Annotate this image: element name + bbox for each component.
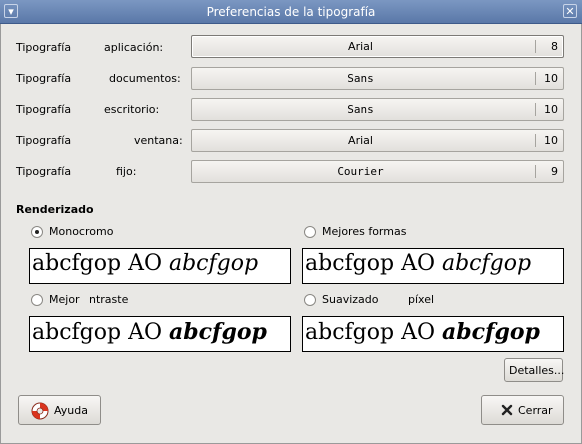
- font-label-suffix: escritorio:: [104, 103, 160, 116]
- details-label: Detalles...: [509, 364, 565, 377]
- preview-subpixel[interactable]: abcfgop AO abcfgop: [302, 316, 564, 352]
- separator: [535, 72, 536, 85]
- preview-text: abcfgop AO abcfgop: [32, 319, 267, 345]
- details-button[interactable]: Detalles...: [504, 358, 565, 382]
- preview-best-shapes[interactable]: abcfgop AO abcfgop: [302, 248, 564, 284]
- font-label: Tipografía: [16, 165, 72, 178]
- title-bar[interactable]: ▾ Preferencias de la tipografía ✕: [0, 0, 582, 24]
- window-title: Preferencias de la tipografía: [206, 5, 376, 19]
- radio-label-suffix: píxel: [408, 293, 435, 306]
- close-label: Cerrar: [518, 404, 553, 417]
- radio-label: Mejor: [49, 293, 80, 306]
- preview-monochrome[interactable]: abcfgop AO abcfgop: [29, 248, 291, 284]
- preview-italic: abcfgop: [441, 319, 540, 345]
- radio-selected-dot: [35, 230, 39, 234]
- help-button[interactable]: Ayuda: [18, 395, 101, 425]
- preview-plain: abcfgop AO: [305, 251, 442, 276]
- preview-text: abcfgop AO abcfgop: [305, 251, 531, 276]
- font-label-suffix: ventana:: [134, 134, 183, 147]
- font-label: Tipografía: [16, 134, 72, 147]
- preview-text: abcfgop AO abcfgop: [32, 251, 258, 276]
- window-title-font-button[interactable]: Arial 10: [191, 129, 564, 152]
- radio-circle: [304, 294, 316, 306]
- separator: [535, 134, 536, 147]
- font-label-suffix: aplicación:: [104, 41, 164, 54]
- window-close-icon[interactable]: ✕: [563, 4, 577, 18]
- font-size: 10: [544, 134, 558, 147]
- font-name: Arial: [348, 40, 373, 53]
- font-size: 10: [544, 103, 558, 116]
- fixed-width-font-button[interactable]: Courier 9: [191, 160, 564, 183]
- font-label: Tipografía: [16, 41, 72, 54]
- radio-circle: [304, 226, 316, 238]
- radio-monochrome[interactable]: Monocromo: [31, 225, 121, 241]
- radio-label: Mejores formas: [322, 225, 407, 238]
- radio-best-contrast[interactable]: Mejor ntraste: [31, 293, 151, 309]
- preview-italic: abcfgop: [441, 251, 532, 276]
- font-label: Tipografía: [16, 72, 72, 85]
- preview-best-contrast[interactable]: abcfgop AO abcfgop: [29, 316, 291, 352]
- lifebuoy-icon: [31, 402, 49, 420]
- preview-italic: abcfgop: [168, 251, 259, 276]
- preview-plain: abcfgop AO: [32, 320, 169, 345]
- preview-italic: abcfgop: [168, 319, 267, 345]
- desktop-font-button[interactable]: Sans 10: [191, 98, 564, 121]
- separator: [535, 165, 536, 178]
- font-size: 8: [551, 40, 558, 53]
- font-size: 10: [544, 72, 558, 85]
- separator: [535, 40, 536, 53]
- font-name: Courier: [337, 165, 384, 178]
- close-button[interactable]: Cerrar: [481, 395, 564, 425]
- rendering-heading: Renderizado: [16, 203, 94, 216]
- x-icon: [501, 404, 513, 416]
- help-label: Ayuda: [54, 404, 88, 417]
- radio-circle: [31, 294, 43, 306]
- radio-label: Monocromo: [49, 225, 114, 238]
- font-name: Sans: [347, 103, 374, 116]
- font-label-suffix: fijo:: [116, 165, 137, 178]
- radio-label: Suavizado: [322, 293, 379, 306]
- font-name: Sans: [347, 72, 374, 85]
- font-label-suffix: documentos:: [109, 72, 181, 85]
- preview-plain: abcfgop AO: [305, 320, 442, 345]
- font-size: 9: [551, 165, 558, 178]
- radio-label-suffix: ntraste: [89, 293, 129, 306]
- separator: [535, 103, 536, 116]
- font-label: Tipografía: [16, 103, 72, 116]
- preview-text: abcfgop AO abcfgop: [305, 319, 540, 345]
- preview-plain: abcfgop AO: [32, 251, 169, 276]
- application-font-button[interactable]: Arial 8: [191, 35, 564, 58]
- documents-font-button[interactable]: Sans 10: [191, 67, 564, 90]
- radio-circle: [31, 226, 43, 238]
- font-name: Arial: [348, 134, 373, 147]
- radio-subpixel[interactable]: Suavizado píxel: [304, 293, 454, 309]
- radio-best-shapes[interactable]: Mejores formas: [304, 225, 414, 241]
